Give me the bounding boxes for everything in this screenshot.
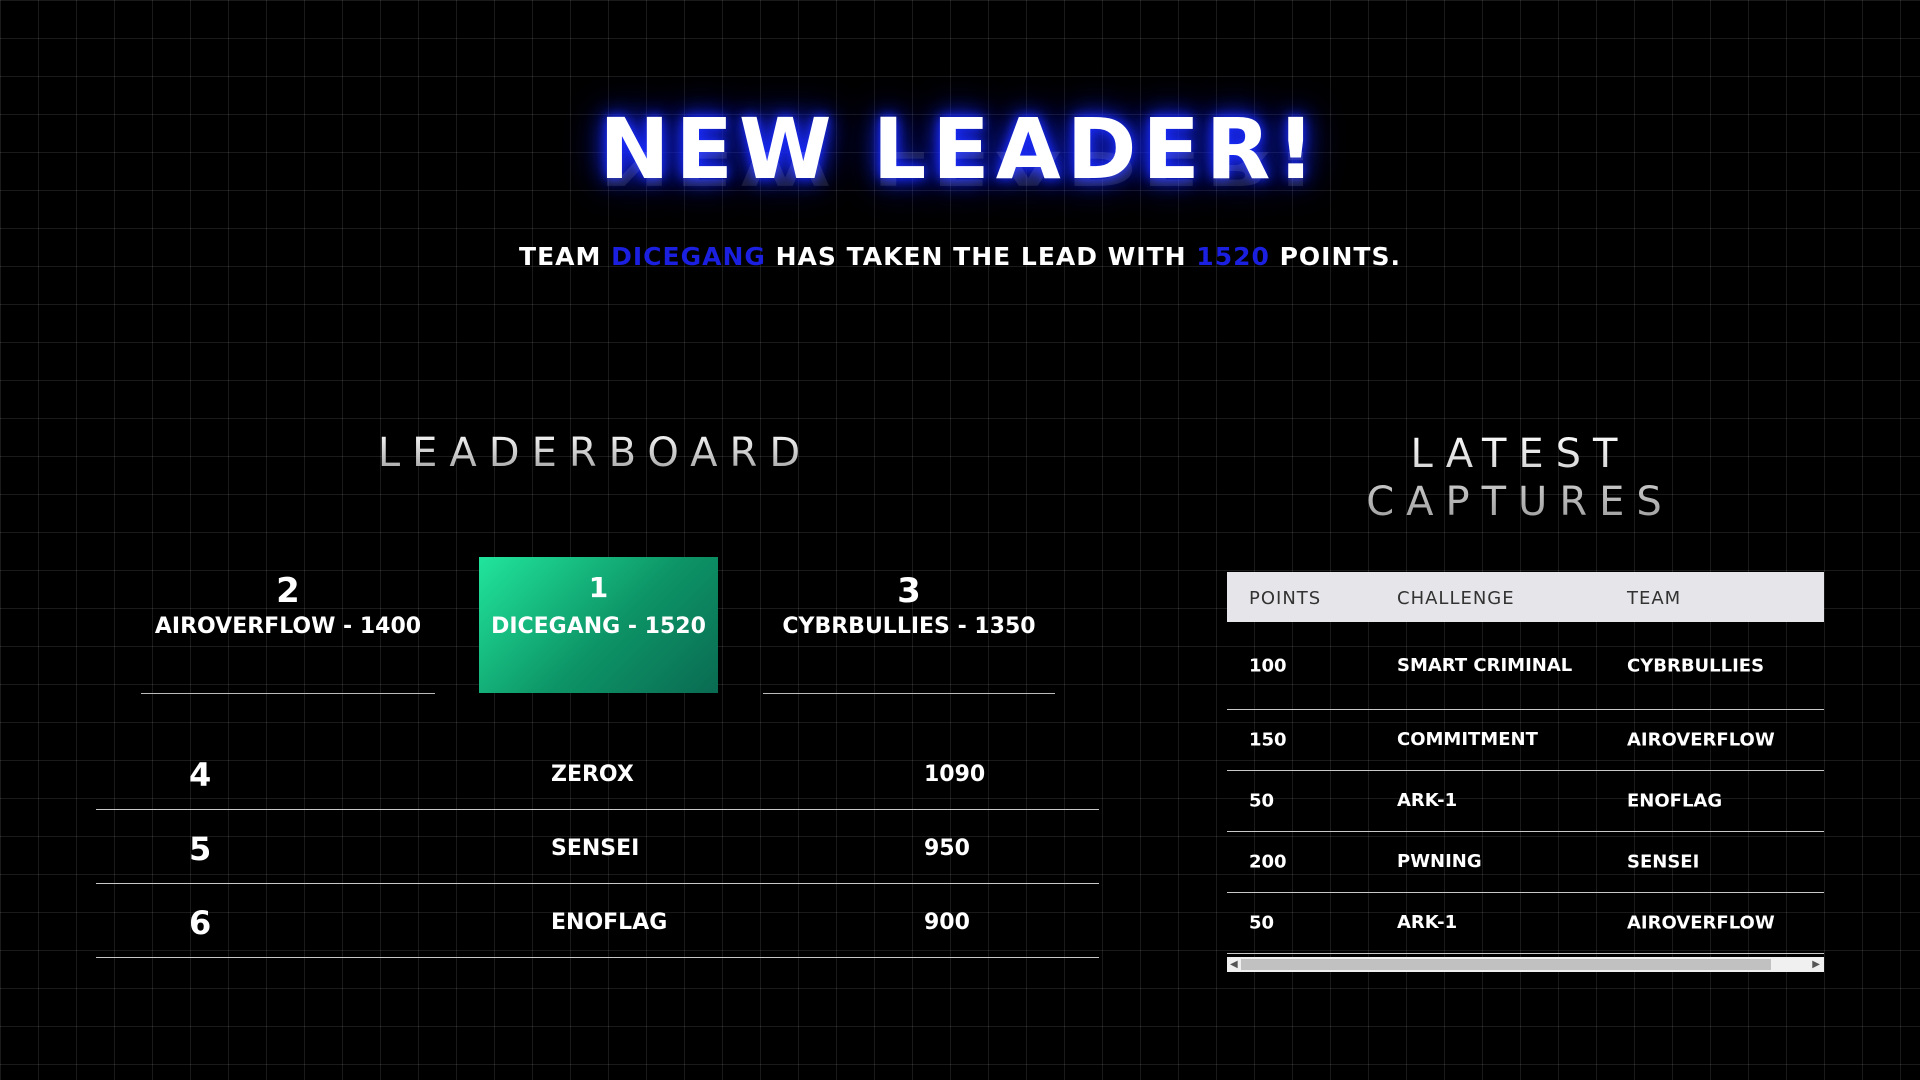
announcement-prefix: TEAM [519, 242, 602, 271]
announcement-team: DICEGANG [611, 242, 766, 271]
points-cell: 50 [1249, 790, 1275, 812]
scroll-right-arrow-icon[interactable]: ▶ [1812, 957, 1820, 972]
score-cell: 950 [924, 836, 970, 861]
header-team: TEAM [1627, 588, 1682, 609]
team-cell: AIROVERFLOW [1627, 729, 1775, 751]
rank-cell: 6 [189, 904, 212, 942]
team-cell: SENSEI [551, 836, 640, 861]
score-cell: 900 [924, 910, 970, 935]
podium-rank: 1 [588, 571, 609, 604]
table-row: 50 ARK-1 AIROVERFLOW [1227, 893, 1824, 954]
headline-reflection: NEW LEADER! [599, 141, 1321, 195]
table-row: 5 SENSEI 950 [96, 810, 1099, 884]
points-cell: 200 [1249, 851, 1287, 873]
table-row: 50 ARK-1 ENOFLAG [1227, 771, 1824, 832]
podium-rank: 2 [276, 571, 300, 611]
table-row: 6 ENOFLAG 900 [96, 884, 1099, 958]
team-cell: ENOFLAG [551, 910, 668, 935]
challenge-cell: SMART CRIMINAL [1397, 654, 1573, 676]
horizontal-scrollbar[interactable]: ◀ ▶ [1227, 957, 1824, 972]
captures-title-line1: LATEST [1410, 431, 1630, 477]
challenge-cell: COMMITMENT [1397, 729, 1538, 750]
team-cell: SENSEI [1627, 851, 1700, 873]
announcement-middle: HAS TAKEN THE LEAD WITH [775, 242, 1187, 271]
latest-captures-title: LATEST CAPTURES [1250, 430, 1790, 526]
challenge-cell: ARK-1 [1397, 790, 1458, 811]
captures-header-row: POINTS CHALLENGE TEAM [1227, 572, 1824, 622]
points-cell: 150 [1249, 729, 1287, 751]
team-cell: CYBRBULLIES [1627, 655, 1765, 676]
table-row: 200 PWNING SENSEI [1227, 832, 1824, 893]
team-cell: ENOFLAG [1627, 790, 1723, 812]
leader-announcement: TEAM DICEGANG HAS TAKEN THE LEAD WITH 15… [0, 242, 1920, 271]
announcement-points: 1520 [1196, 242, 1270, 271]
podium-team: DICEGANG - 1520 [491, 614, 706, 639]
points-cell: 50 [1249, 912, 1275, 934]
rank-cell: 5 [189, 830, 212, 868]
podium-team: AIROVERFLOW - 1400 [154, 614, 422, 639]
leaderboard-table: 4 ZEROX 1090 5 SENSEI 950 6 ENOFLAG 900 [96, 736, 1099, 958]
announcement-suffix: POINTS. [1279, 242, 1401, 271]
podium-rank: 3 [897, 571, 921, 611]
score-cell: 1090 [924, 762, 986, 787]
team-cell: ZEROX [551, 762, 634, 787]
rank-cell: 4 [189, 756, 212, 794]
podium-first-place: 1 DICEGANG - 1520 [479, 557, 718, 693]
header-points: POINTS [1249, 588, 1322, 609]
podium-second-place: 2 AIROVERFLOW - 1400 [141, 557, 435, 694]
captures-title-line2: CAPTURES [1366, 479, 1674, 525]
table-row: 100 SMART CRIMINAL CYBRBULLIES [1227, 622, 1824, 710]
challenge-cell: ARK-1 [1397, 912, 1458, 933]
podium-third-place: 3 CYBRBULLIES - 1350 [763, 557, 1055, 694]
points-cell: 100 [1249, 655, 1287, 676]
scroll-left-arrow-icon[interactable]: ◀ [1230, 957, 1238, 972]
scrollbar-thumb[interactable] [1241, 959, 1771, 970]
challenge-cell: PWNING [1397, 851, 1482, 872]
team-cell: AIROVERFLOW [1627, 912, 1775, 934]
captures-table: POINTS CHALLENGE TEAM 100 SMART CRIMINAL… [1227, 572, 1824, 972]
leaderboard-title: LEADERBOARD [280, 430, 910, 476]
table-row: 4 ZEROX 1090 [96, 736, 1099, 810]
header-challenge: CHALLENGE [1397, 588, 1515, 609]
podium-team: CYBRBULLIES - 1350 [782, 614, 1036, 639]
table-row: 150 COMMITMENT AIROVERFLOW [1227, 710, 1824, 771]
